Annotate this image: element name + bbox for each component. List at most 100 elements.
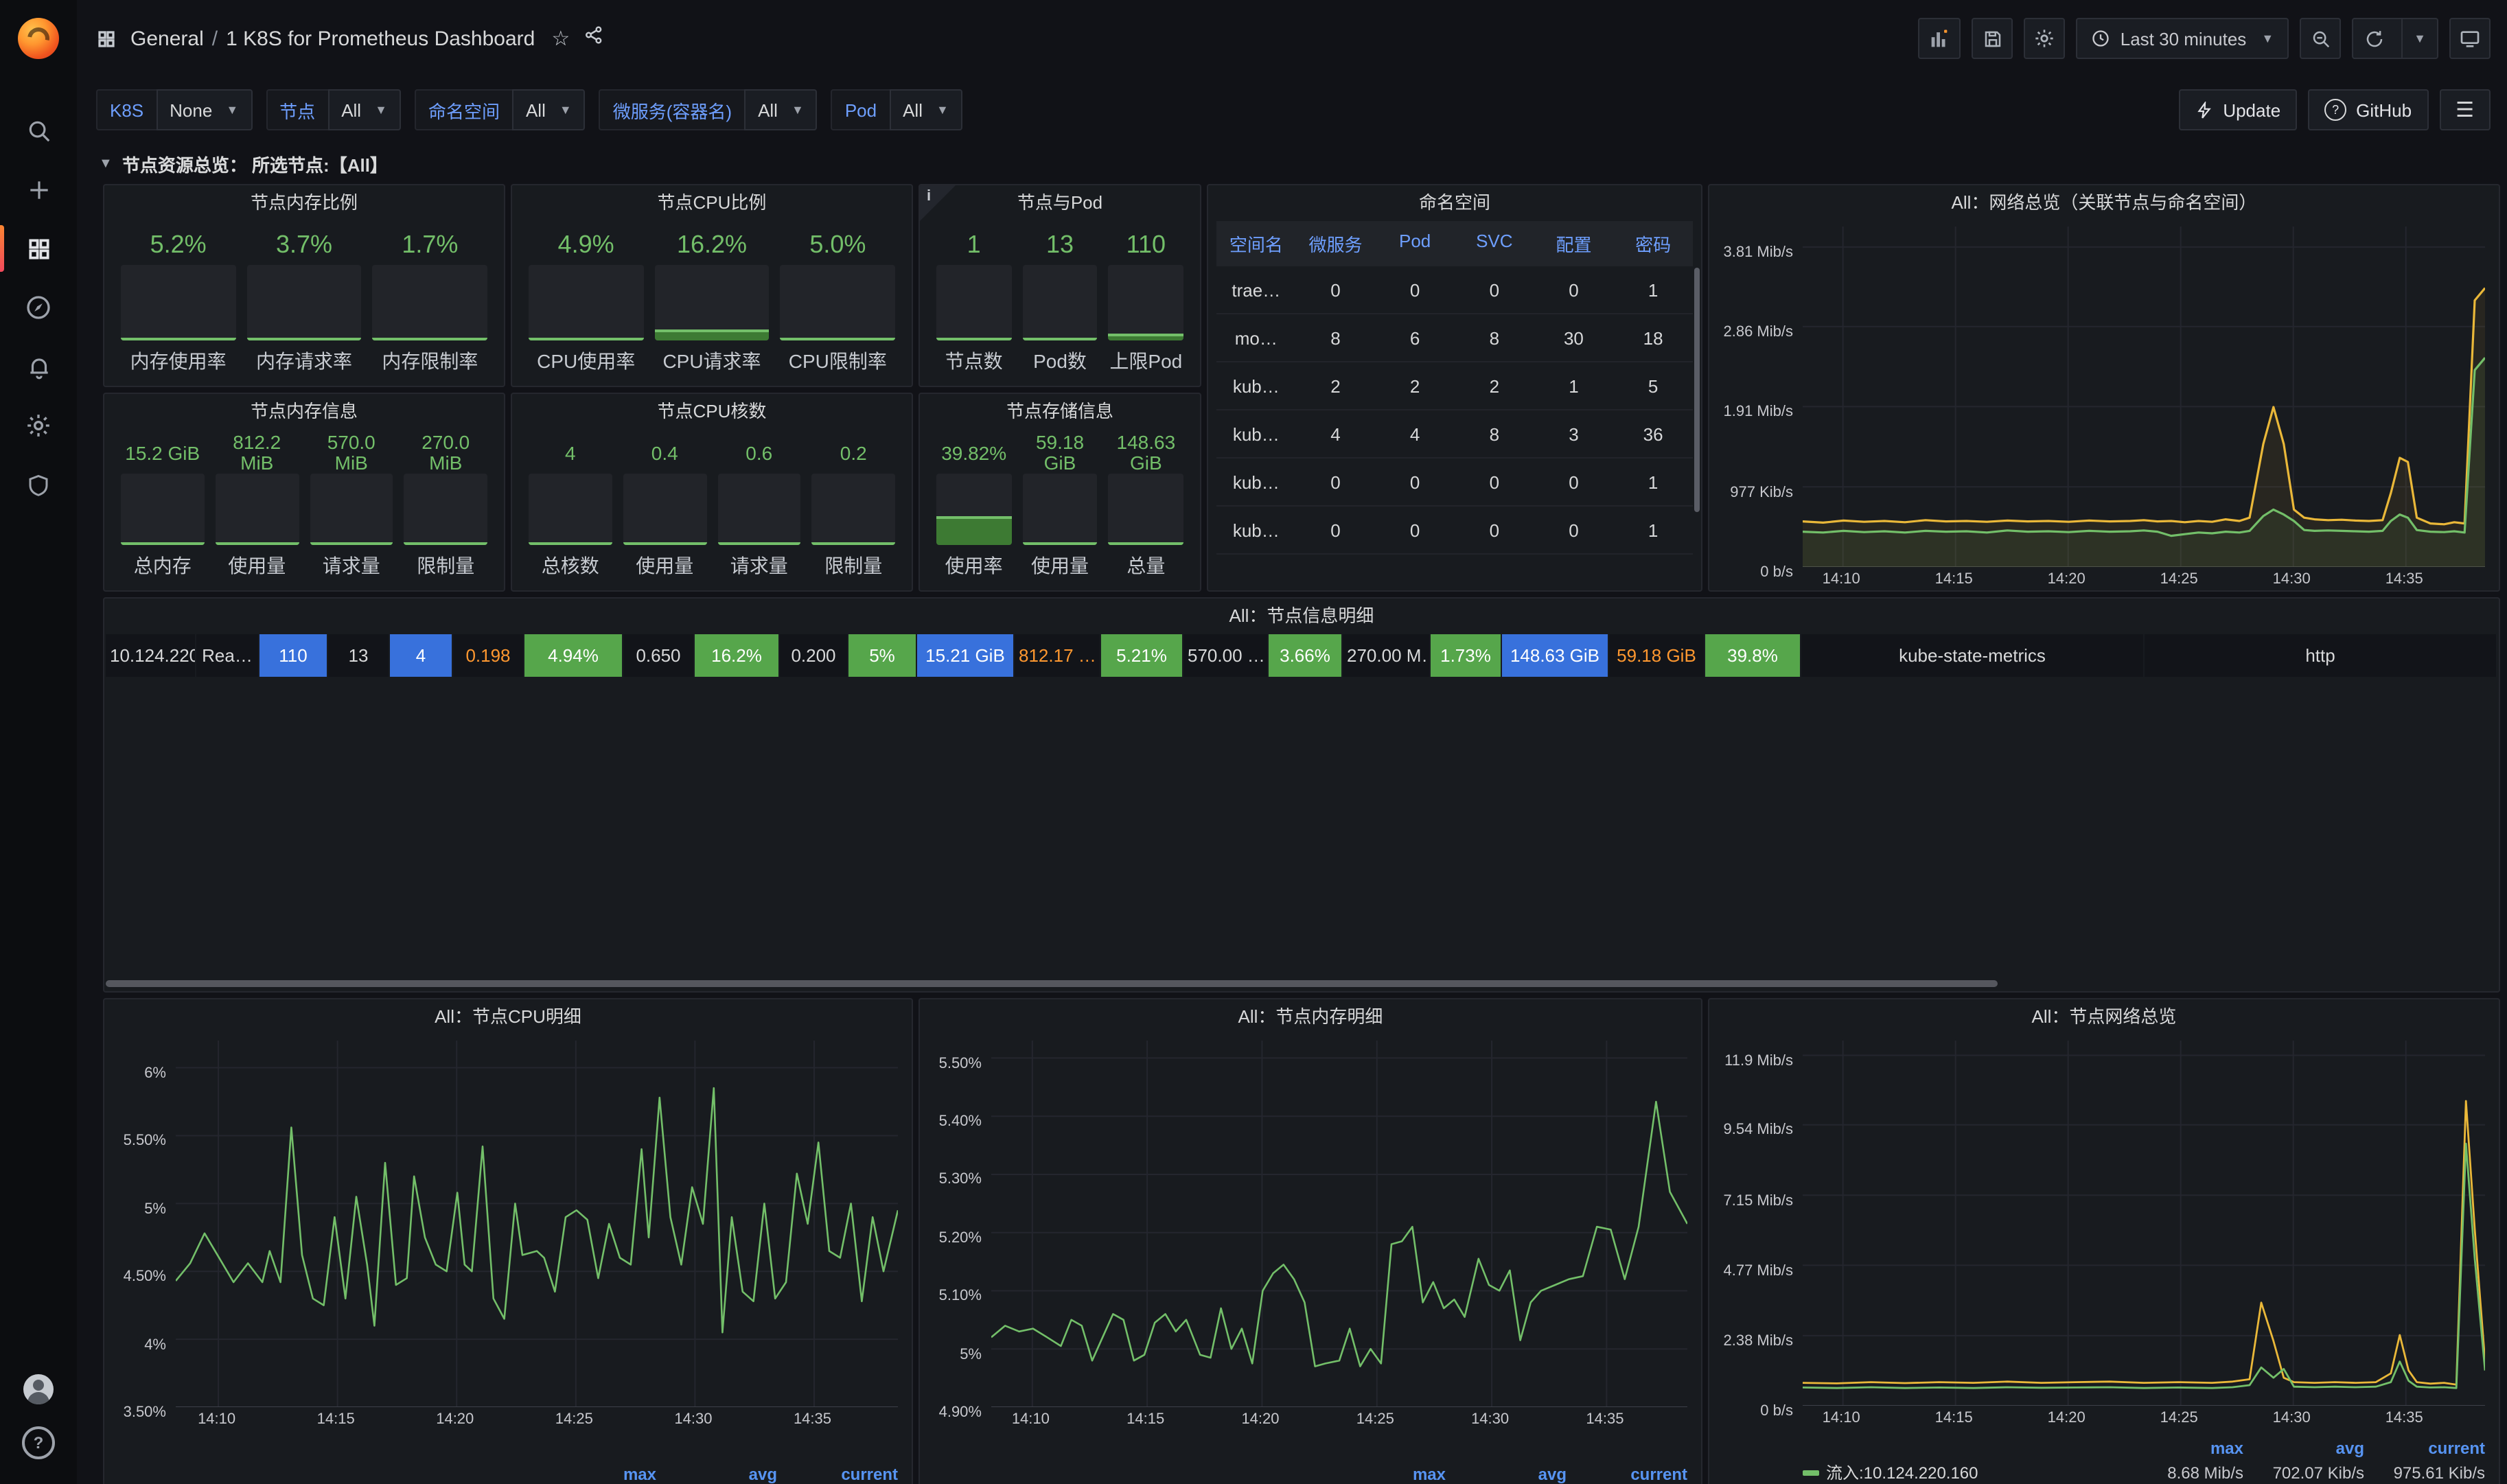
stat-label: 内存使用率	[130, 347, 227, 375]
ns-column-header[interactable]: 空间名	[1216, 221, 1296, 266]
ns-column-header[interactable]: 微服务	[1296, 221, 1376, 266]
panel-title[interactable]: All：节点信息明细	[104, 599, 2499, 634]
github-button[interactable]: ? GitHub	[2308, 89, 2428, 130]
star-icon[interactable]: ☆	[551, 26, 570, 51]
stat: 148.63 GiB总量	[1109, 432, 1183, 579]
kiosk-menu-button[interactable]: ☰	[2439, 89, 2491, 130]
breadcrumb-section[interactable]: General	[130, 27, 204, 50]
refresh-interval-chevron-icon[interactable]: ▼	[2401, 19, 2437, 58]
filter-value-dropdown[interactable]: All▼	[744, 89, 818, 130]
row-header[interactable]: ▼ 节点资源总览： 所选节点:【All】	[77, 143, 2507, 184]
stat-value: 110	[1127, 224, 1166, 265]
stat: 110 上限Pod	[1109, 224, 1183, 375]
filter-value-dropdown[interactable]: None▼	[156, 89, 252, 130]
node-cell: http	[2145, 634, 2497, 677]
panel-title[interactable]: 节点内存比例	[104, 185, 504, 221]
panel-title[interactable]: 节点内存信息	[104, 394, 504, 430]
save-dashboard-icon[interactable]	[1972, 18, 2013, 59]
filter-label[interactable]: 微服务(容器名)	[599, 89, 744, 130]
node-cell: 148.63 GiB	[1502, 634, 1609, 677]
stat-label: 上限Pod	[1109, 347, 1182, 375]
node-cell: 16.2%	[695, 634, 780, 677]
panel-title[interactable]: All：网络总览（关联节点与命名空间）	[1709, 185, 2499, 221]
node-cell: 13	[328, 634, 390, 677]
admin-shield-icon[interactable]	[0, 469, 77, 500]
ns-column-header[interactable]: 密码	[1613, 221, 1693, 266]
stat-value: 0.6	[746, 432, 772, 474]
stat: 0.2限制量	[812, 432, 896, 579]
filter-label[interactable]: Pod	[831, 89, 889, 130]
refresh-icon[interactable]	[2353, 19, 2396, 58]
legend-column-header[interactable]: max	[1325, 1465, 1446, 1484]
panel-title[interactable]: 节点与Pod	[920, 185, 1200, 221]
ns-column-header[interactable]: 配置	[1534, 221, 1614, 266]
ns-cell: 2	[1296, 362, 1376, 409]
panel-node-pod: i 节点与Pod 1节点数13Pod数110上限Pod	[919, 184, 1201, 387]
ns-cell: 0	[1455, 459, 1534, 505]
legend-row[interactable]: 流入:10.124.220.1608.68 Mib/s702.07 Kib/s9…	[1803, 1459, 2485, 1484]
stat-label: 限制量	[824, 552, 882, 579]
refresh-button[interactable]: ▼	[2352, 18, 2438, 59]
stat-gauge	[812, 474, 896, 545]
node-cell: 270.00 M…	[1343, 634, 1431, 677]
explore-compass-icon[interactable]	[0, 292, 77, 323]
y-axis-labels: 6%5.50%5%4.50%4%3.50%	[110, 1041, 176, 1484]
zoom-out-icon[interactable]	[2300, 18, 2341, 59]
filter-label[interactable]: K8S	[96, 89, 156, 130]
panel-info-icon[interactable]: i	[920, 185, 956, 221]
panel-title[interactable]: All：节点内存明细	[920, 999, 1701, 1035]
legend-column-header[interactable]: avg	[2243, 1439, 2364, 1458]
node-cell: 3.66%	[1269, 634, 1343, 677]
ns-column-header[interactable]: SVC	[1455, 221, 1534, 266]
time-range-picker[interactable]: Last 30 minutes ▼	[2077, 18, 2289, 59]
update-button[interactable]: Update	[2179, 89, 2297, 130]
alerting-bell-icon[interactable]	[0, 351, 77, 382]
legend-column-header[interactable]: current	[777, 1465, 898, 1484]
legend-column-header[interactable]: current	[1567, 1465, 1687, 1484]
ns-cell: 0	[1455, 266, 1534, 313]
user-avatar[interactable]	[23, 1374, 54, 1404]
filter-value-dropdown[interactable]: All▼	[512, 89, 586, 130]
chart-legend: maxavgcurrent	[991, 1463, 1687, 1484]
create-icon[interactable]	[0, 174, 77, 205]
grafana-logo[interactable]	[0, 0, 77, 77]
stat-value: 148.63 GiB	[1109, 432, 1183, 474]
panel-title[interactable]: 命名空间	[1208, 185, 1701, 221]
breadcrumb[interactable]: General/1 K8S for Prometheus Dashboard	[130, 27, 535, 50]
dashboard-settings-gear-icon[interactable]	[2024, 18, 2066, 59]
legend-column-header[interactable]: current	[2364, 1439, 2485, 1458]
filter-label[interactable]: 节点	[266, 89, 327, 130]
filter-label[interactable]: 命名空间	[415, 89, 512, 130]
filter-value-dropdown[interactable]: All▼	[327, 89, 401, 130]
add-panel-icon[interactable]	[1919, 18, 1961, 59]
dashboards-icon[interactable]	[0, 233, 77, 264]
ns-cell: 0	[1375, 266, 1455, 313]
horizontal-scrollbar[interactable]	[106, 980, 1998, 987]
share-icon[interactable]	[584, 25, 604, 52]
search-icon[interactable]	[0, 115, 77, 146]
ns-cell: 0	[1534, 266, 1614, 313]
panel-title[interactable]: 节点CPU比例	[512, 185, 912, 221]
panel-title[interactable]: All：节点网络总览	[1709, 999, 2499, 1035]
legend-column-header[interactable]: max	[535, 1465, 656, 1484]
dashboard-grid-icon[interactable]	[96, 28, 117, 49]
cycle-view-tv-icon[interactable]	[2449, 18, 2491, 59]
panel-title[interactable]: 节点CPU核数	[512, 394, 912, 430]
configuration-gear-icon[interactable]	[0, 410, 77, 441]
ns-cell: 0	[1534, 507, 1614, 553]
vertical-scrollbar[interactable]	[1694, 268, 1700, 512]
legend-column-header[interactable]: avg	[656, 1465, 777, 1484]
ns-column-header[interactable]: Pod	[1375, 221, 1455, 266]
legend-column-header[interactable]: avg	[1446, 1465, 1567, 1484]
panel-title[interactable]: 节点存储信息	[920, 394, 1200, 430]
ns-cell: 1	[1613, 266, 1693, 313]
ns-cell: 1	[1534, 362, 1614, 409]
stat-value: 270.0 MiB	[404, 432, 488, 474]
panel-title[interactable]: All：节点CPU明细	[104, 999, 912, 1035]
stat: 570.0 MiB请求量	[310, 432, 393, 579]
filter-value-dropdown[interactable]: All▼	[889, 89, 962, 130]
ns-table-row: kub…00001	[1216, 507, 1693, 555]
help-icon[interactable]: ?	[22, 1426, 55, 1459]
legend-column-header[interactable]: max	[2123, 1439, 2243, 1458]
stat: 16.2%CPU请求率	[654, 224, 769, 375]
